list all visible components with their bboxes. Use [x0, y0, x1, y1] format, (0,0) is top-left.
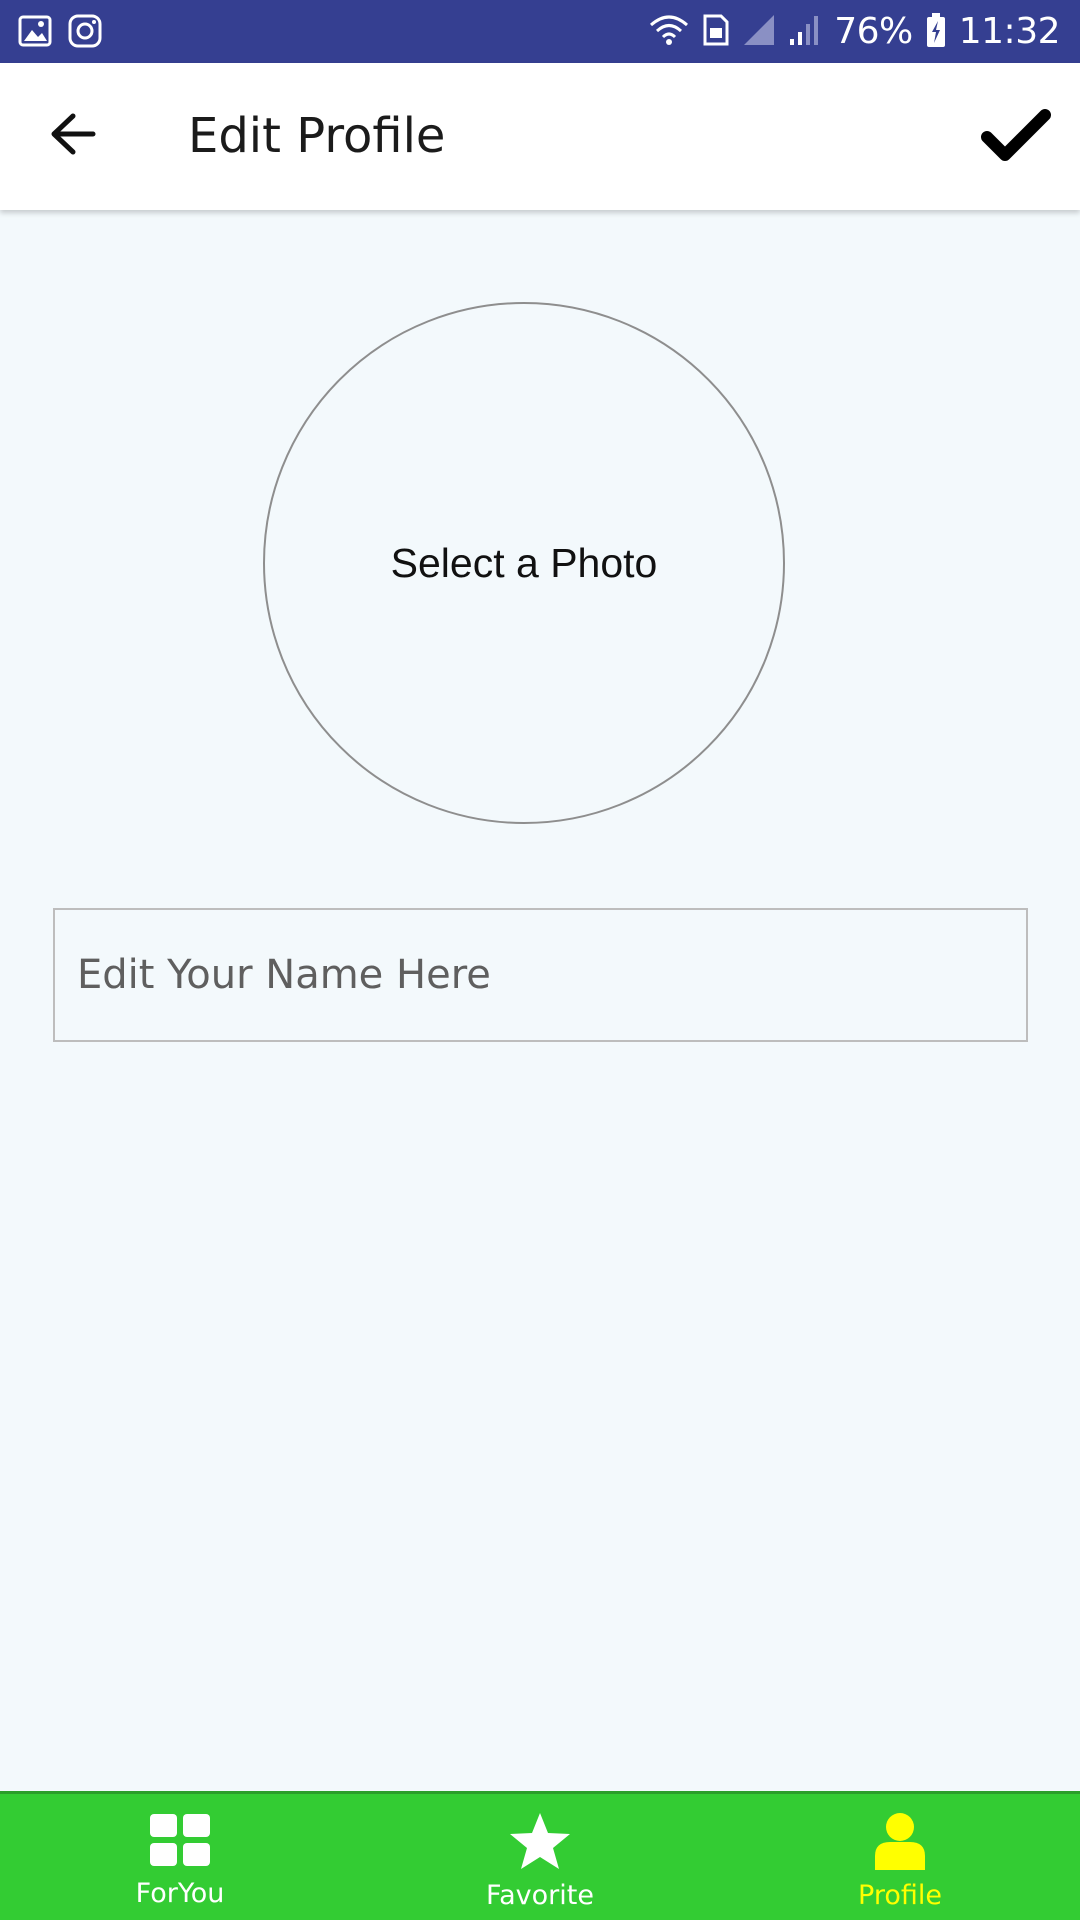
nav-label-favorite: Favorite — [486, 1880, 594, 1911]
select-photo-label: Select a Photo — [390, 539, 658, 586]
signal-icon — [788, 13, 822, 51]
status-bar: 76% 11:32 — [0, 0, 1080, 63]
app-bar: Edit Profile — [0, 63, 1080, 210]
star-icon — [508, 1812, 572, 1874]
nav-item-favorite[interactable]: Favorite — [360, 1794, 720, 1920]
battery-charging-icon — [925, 12, 947, 52]
instagram-icon — [68, 14, 102, 52]
battery-percent: 76% — [834, 11, 913, 52]
grid-icon — [148, 1812, 212, 1872]
back-button[interactable] — [38, 101, 108, 171]
status-left-icons — [18, 14, 102, 52]
person-icon — [872, 1812, 928, 1874]
nav-label-profile: Profile — [858, 1880, 942, 1911]
nav-label-foryou: ForYou — [135, 1878, 225, 1909]
arrow-left-icon — [49, 112, 97, 160]
name-input[interactable] — [53, 908, 1028, 1042]
status-time: 11:32 — [958, 11, 1061, 52]
signal-icon — [742, 13, 776, 51]
sim-icon — [702, 13, 730, 51]
bottom-nav: ForYou Favorite Profile — [0, 1791, 1080, 1920]
checkmark-icon — [981, 109, 1051, 169]
save-button[interactable] — [976, 99, 1056, 179]
page-title: Edit Profile — [188, 108, 446, 164]
nav-item-foryou[interactable]: ForYou — [0, 1794, 360, 1920]
status-right-icons: 76% 11:32 — [648, 0, 1061, 63]
nav-item-profile[interactable]: Profile — [720, 1794, 1080, 1920]
gallery-icon — [18, 14, 52, 52]
select-photo-button[interactable]: Select a Photo — [263, 302, 785, 824]
wifi-icon — [648, 13, 690, 51]
